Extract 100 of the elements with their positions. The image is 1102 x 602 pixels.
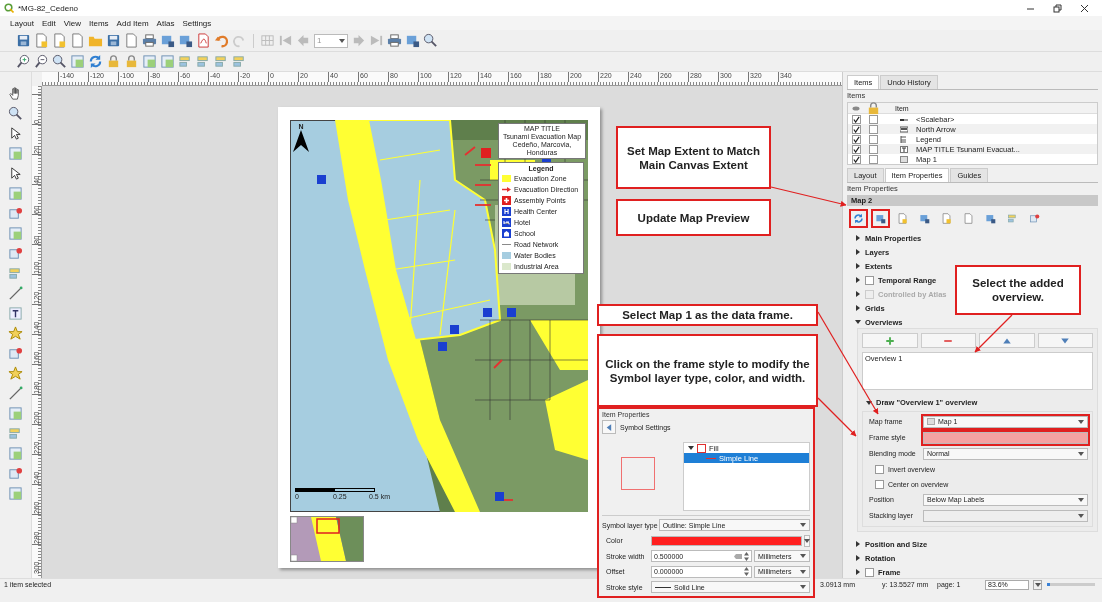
checkbox[interactable] (869, 114, 878, 124)
image-export-icon[interactable] (405, 33, 420, 48)
text-icon[interactable] (8, 306, 23, 321)
symbol-preview (621, 457, 655, 491)
save-icon[interactable] (106, 33, 121, 48)
undo-icon[interactable] (214, 33, 229, 48)
shape-icon[interactable] (8, 226, 23, 241)
zoom-out-icon[interactable] (34, 54, 49, 69)
image-export-icon[interactable] (178, 33, 193, 48)
lock-icon (866, 100, 881, 116)
back-button[interactable] (602, 420, 616, 434)
expand-triangle-icon[interactable] (855, 555, 861, 561)
image-export-icon[interactable] (160, 33, 175, 48)
expand-triangle-icon[interactable] (855, 541, 861, 547)
magnifier-icon[interactable] (423, 33, 438, 48)
pointer-icon[interactable] (8, 126, 23, 141)
document-icon[interactable] (34, 33, 49, 48)
save-icon[interactable] (16, 33, 31, 48)
checkbox[interactable] (852, 144, 861, 154)
checkbox[interactable] (852, 114, 861, 124)
expand-triangle-icon[interactable] (855, 277, 861, 283)
document-icon[interactable] (70, 33, 85, 48)
shape-icon[interactable] (8, 146, 23, 161)
expand-triangle-icon[interactable] (688, 445, 694, 451)
align-icon[interactable] (214, 54, 229, 69)
checkbox[interactable] (869, 154, 878, 164)
map-tool-button[interactable] (849, 209, 868, 228)
refresh-icon (853, 213, 864, 224)
map-tool-button[interactable] (871, 209, 890, 228)
document-icon[interactable] (124, 33, 139, 48)
picture-icon (900, 125, 908, 133)
overview-map-drawing[interactable] (290, 516, 364, 562)
shape-icon[interactable] (8, 406, 23, 421)
zoom-in-icon[interactable] (16, 54, 31, 69)
menu-item[interactable]: Atlas (156, 18, 175, 28)
map-marker-icon (507, 308, 516, 317)
checkbox[interactable] (865, 567, 874, 577)
menu-item[interactable]: Edit (42, 18, 56, 28)
line-icon[interactable] (8, 386, 23, 401)
pointer-icon[interactable] (8, 166, 23, 181)
menu-item[interactable]: Add Item (116, 18, 149, 28)
shape-icon[interactable] (160, 54, 175, 69)
overview-button[interactable] (979, 333, 1035, 348)
checkbox[interactable] (852, 134, 861, 144)
star-icon[interactable] (8, 366, 23, 381)
printer-icon[interactable] (142, 33, 157, 48)
shape-icon[interactable] (142, 54, 157, 69)
align-icon[interactable] (178, 54, 193, 69)
shape-icon[interactable] (8, 486, 23, 501)
overview-button[interactable] (862, 333, 918, 348)
checkbox[interactable] (875, 479, 884, 489)
close-icon[interactable] (1080, 3, 1089, 13)
spinner-arrows-icon[interactable] (744, 551, 749, 561)
align-icon[interactable] (196, 54, 211, 69)
spinner-arrows-icon[interactable] (744, 567, 749, 577)
checkbox[interactable] (875, 464, 884, 474)
expand-triangle-icon[interactable] (855, 569, 861, 575)
back-icon (604, 422, 614, 432)
lock-icon[interactable] (106, 54, 121, 69)
callout-note: Click on the frame style to modify the Symbol layer type, color, and width. (597, 334, 818, 407)
frame-style-button[interactable] (923, 431, 1088, 444)
dropdown-caret-icon (1078, 513, 1084, 518)
eye-icon (852, 104, 860, 112)
checkbox[interactable] (865, 275, 874, 285)
menu-item[interactable]: Layout (10, 18, 35, 28)
document-icon[interactable] (52, 33, 67, 48)
align-icon[interactable] (232, 54, 247, 69)
expand-triangle-icon[interactable] (866, 399, 872, 406)
menu-item[interactable]: View (63, 18, 82, 28)
printer-icon[interactable] (387, 33, 402, 48)
checkbox[interactable] (869, 124, 878, 134)
checkbox[interactable] (869, 144, 878, 154)
color-dropdown[interactable] (804, 534, 810, 547)
zoom-slider[interactable] (1047, 583, 1095, 586)
refresh-icon[interactable] (88, 54, 103, 69)
checkbox[interactable] (869, 134, 878, 144)
menu-item[interactable]: Settings (182, 18, 212, 28)
overview-button[interactable] (1037, 333, 1093, 348)
map-marker-icon (450, 325, 459, 334)
callout-note: Set Map Extent to Match Main Canvas Extent (616, 126, 771, 189)
dropdown-caret-icon (339, 38, 345, 43)
expand-triangle-icon[interactable] (855, 263, 861, 269)
shape-icon[interactable] (8, 186, 23, 201)
dropdown-caret-icon (800, 523, 806, 528)
restore-icon[interactable] (1053, 3, 1062, 13)
lock-icon[interactable] (124, 54, 139, 69)
expand-triangle-icon[interactable] (855, 319, 861, 325)
expand-triangle-icon[interactable] (855, 235, 861, 241)
menu-item[interactable]: Items (89, 18, 109, 28)
shape-icon[interactable] (8, 446, 23, 461)
checkbox[interactable] (852, 124, 861, 134)
app-logo-icon (4, 3, 14, 13)
magnifier-icon[interactable] (52, 54, 67, 69)
checkbox[interactable] (852, 154, 861, 164)
magnifier-icon[interactable] (8, 106, 23, 121)
expand-triangle-icon[interactable] (855, 249, 861, 255)
zoom-dropdown[interactable] (1033, 579, 1042, 590)
expand-triangle-icon[interactable] (855, 305, 861, 311)
color-button[interactable] (651, 535, 802, 546)
pdf-icon[interactable] (196, 33, 211, 48)
